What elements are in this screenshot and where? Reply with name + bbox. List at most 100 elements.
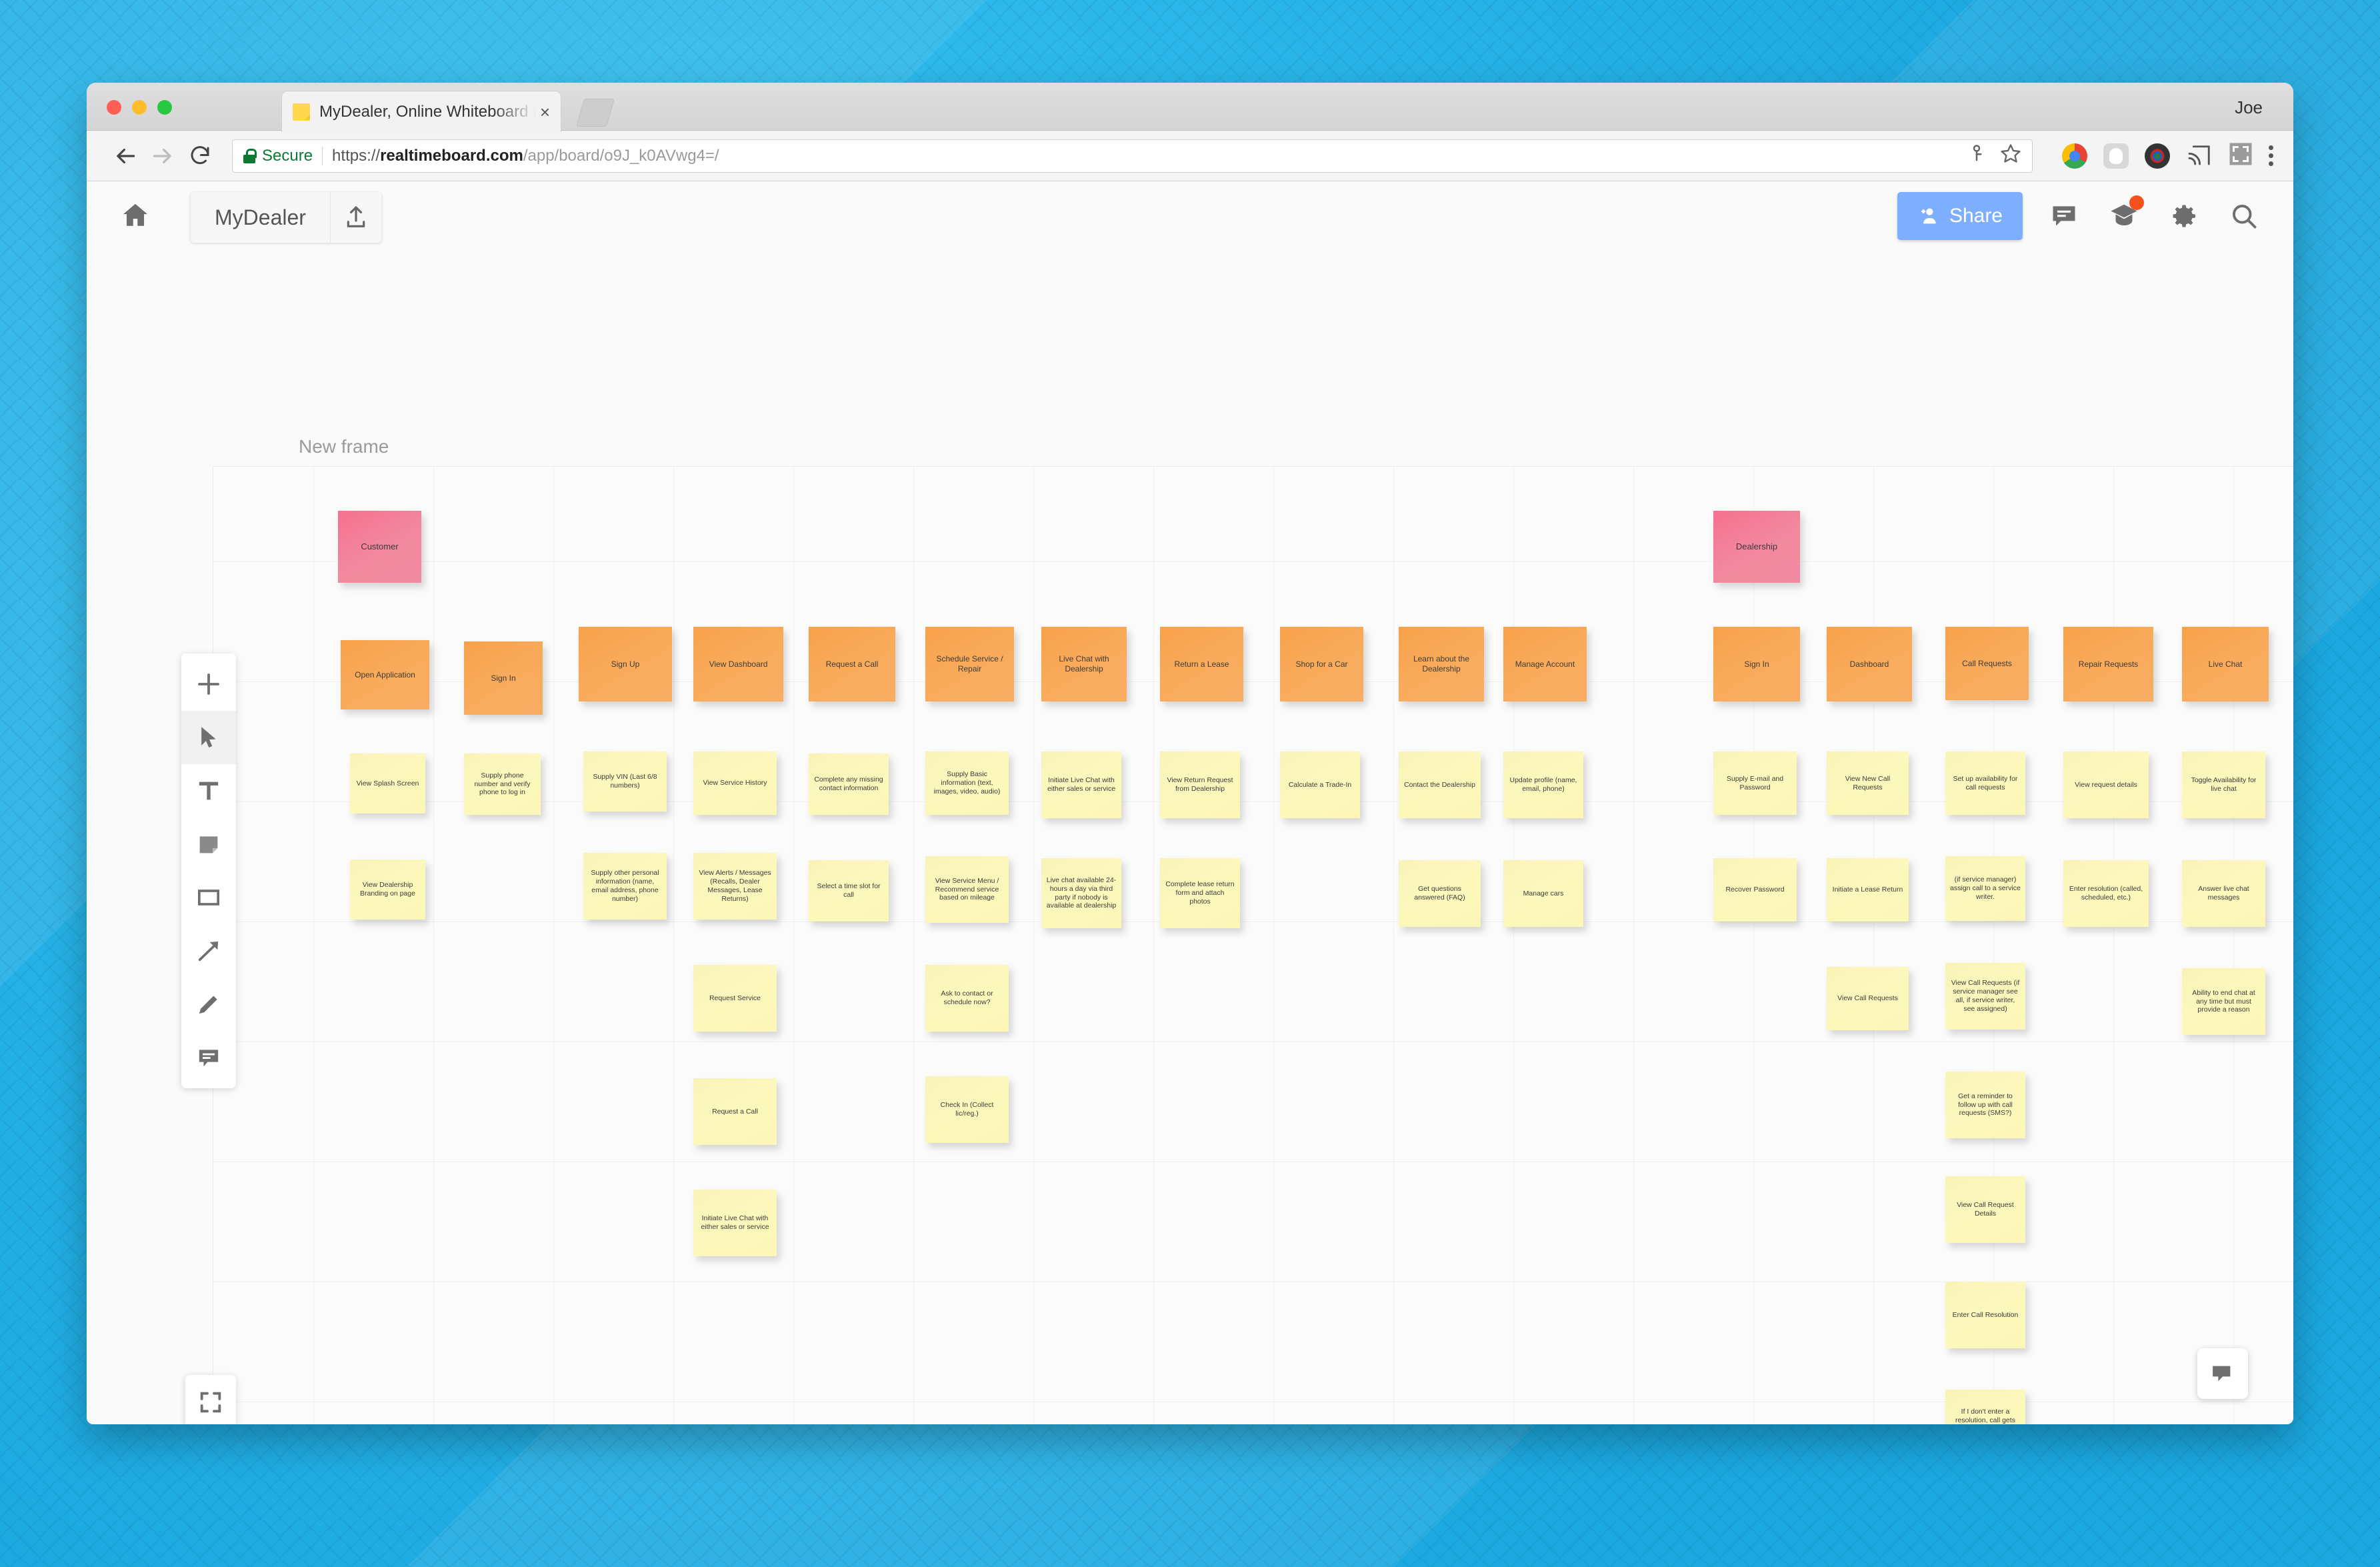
comments-icon[interactable] xyxy=(2045,197,2083,235)
home-icon[interactable] xyxy=(120,200,151,231)
activity-note[interactable]: Learn about the Dealership xyxy=(1399,627,1484,701)
activity-note[interactable]: Open Application xyxy=(341,640,429,709)
arrow-tool[interactable] xyxy=(181,924,236,978)
activity-note[interactable]: Sign In xyxy=(1713,627,1800,701)
forward-icon[interactable] xyxy=(144,137,181,175)
task-note[interactable]: View New Call Requests xyxy=(1827,751,1909,815)
gear-icon[interactable] xyxy=(2165,197,2203,235)
chrome-extension-icon[interactable] xyxy=(2062,143,2087,169)
task-note[interactable]: Ability to end chat at any time but must… xyxy=(2182,968,2265,1035)
activity-note[interactable]: Manage Account xyxy=(1503,627,1587,701)
task-note[interactable]: Select a time slot for call xyxy=(809,860,889,922)
task-note[interactable]: Update profile (name, email, phone) xyxy=(1503,751,1583,818)
maximize-window-button[interactable] xyxy=(157,100,172,115)
browser-profile-name[interactable]: Joe xyxy=(2235,97,2263,118)
activity-note[interactable]: Dashboard xyxy=(1827,627,1912,701)
task-note[interactable]: View Service Menu / Recommend service ba… xyxy=(925,856,1009,923)
task-note[interactable]: Calculate a Trade-In xyxy=(1280,751,1360,818)
fit-to-screen-icon[interactable] xyxy=(185,1375,236,1424)
browser-menu-icon[interactable] xyxy=(2269,145,2273,166)
board-title[interactable]: MyDealer xyxy=(191,205,330,230)
task-note[interactable]: View Splash Screen xyxy=(350,753,425,814)
activity-note[interactable]: View Dashboard xyxy=(693,627,783,701)
swimlane-note[interactable]: Customer xyxy=(338,511,421,583)
reload-icon[interactable] xyxy=(181,137,219,175)
shield-extension-icon[interactable] xyxy=(2103,143,2129,169)
close-window-button[interactable] xyxy=(107,100,121,115)
task-note[interactable]: Set up availability for call requests xyxy=(1945,751,2025,815)
task-note[interactable]: View Dealership Branding on page xyxy=(350,860,425,920)
back-icon[interactable] xyxy=(107,137,144,175)
minimize-window-button[interactable] xyxy=(132,100,147,115)
address-bar[interactable]: Secure https:// realtimeboard.com /app/b… xyxy=(232,139,2033,173)
activity-note[interactable]: Schedule Service / Repair xyxy=(925,627,1014,701)
share-button[interactable]: Share xyxy=(1897,192,2023,240)
task-note[interactable]: Supply phone number and verify phone to … xyxy=(464,753,541,815)
text-tool[interactable] xyxy=(181,764,236,818)
task-note[interactable]: Supply other personal information (name,… xyxy=(583,853,667,920)
activity-note[interactable]: Repair Requests xyxy=(2063,627,2153,701)
camera-extension-icon[interactable] xyxy=(2145,143,2170,169)
window-controls[interactable] xyxy=(107,100,172,115)
add-tool[interactable] xyxy=(181,657,236,711)
task-note[interactable]: Supply E-mail and Password xyxy=(1713,751,1797,815)
task-note[interactable]: View Service History xyxy=(693,751,777,815)
task-note[interactable]: Initiate Live Chat with either sales or … xyxy=(693,1190,777,1256)
task-note[interactable]: Contact the Dealership xyxy=(1399,751,1481,818)
search-icon[interactable] xyxy=(2225,197,2263,235)
export-icon[interactable] xyxy=(331,192,381,243)
task-note[interactable]: Answer live chat messages xyxy=(2182,860,2265,927)
new-tab-button[interactable] xyxy=(575,99,615,127)
activity-note[interactable]: Request a Call xyxy=(809,627,895,701)
task-note[interactable]: Toggle Availability for live chat xyxy=(2182,751,2265,818)
task-note[interactable]: View Call Request Details xyxy=(1945,1176,2025,1243)
sticky-note-tool[interactable] xyxy=(181,818,236,871)
task-note[interactable]: (if service manager) assign call to a se… xyxy=(1945,856,2025,921)
task-note[interactable]: Enter Call Resolution xyxy=(1945,1282,2025,1348)
task-note[interactable]: Request Service xyxy=(693,965,777,1032)
task-note[interactable]: Initiate a Lease Return xyxy=(1827,858,1909,922)
task-note[interactable]: Ask to contact or schedule now? xyxy=(925,965,1009,1032)
shape-tool[interactable] xyxy=(181,871,236,924)
task-note[interactable]: Get questions answered (FAQ) xyxy=(1399,860,1481,927)
task-note[interactable]: If I don't enter a resolution, call gets… xyxy=(1945,1390,2025,1424)
cast-icon[interactable] xyxy=(2186,142,2213,169)
task-note[interactable]: Initiate Live Chat with either sales or … xyxy=(1041,751,1121,818)
task-note[interactable]: View request details xyxy=(2063,751,2149,818)
task-note[interactable]: Request a Call xyxy=(693,1078,777,1145)
activity-note[interactable]: Sign Up xyxy=(579,627,672,701)
bookmark-star-icon[interactable] xyxy=(2000,143,2021,169)
task-note[interactable]: Live chat available 24-hours a day via t… xyxy=(1041,858,1121,928)
whiteboard-canvas[interactable]: Customer Dealership Open Application View S… xyxy=(213,467,2293,1424)
select-tool[interactable] xyxy=(181,711,236,764)
activity-note[interactable]: Sign In xyxy=(464,641,543,715)
task-note[interactable]: Check In (Collect lic/reg.) xyxy=(925,1076,1009,1143)
academy-icon[interactable] xyxy=(2105,195,2144,235)
task-note[interactable]: View Return Request from Dealership xyxy=(1160,751,1240,818)
activity-note[interactable]: Return a Lease xyxy=(1160,627,1243,701)
task-note[interactable]: Enter resolution (called, scheduled, etc… xyxy=(2063,860,2149,927)
close-tab-icon[interactable]: × xyxy=(536,103,554,121)
task-note[interactable]: Complete lease return form and attach ph… xyxy=(1160,858,1240,928)
browser-tab[interactable]: MyDealer, Online Whiteboard f × xyxy=(281,91,561,132)
activity-note[interactable]: Live Chat xyxy=(2182,627,2269,701)
task-note[interactable]: Recover Password xyxy=(1713,858,1797,922)
task-note[interactable]: View Call Requests xyxy=(1827,967,1909,1030)
task-note[interactable]: View Call Requests (if service manager s… xyxy=(1945,963,2025,1030)
task-note[interactable]: Supply Basic information (text, images, … xyxy=(925,751,1009,815)
swimlane-note[interactable]: Dealership xyxy=(1713,511,1800,583)
frame-label[interactable]: New frame xyxy=(299,436,389,457)
activity-note[interactable]: Live Chat with Dealership xyxy=(1041,627,1127,701)
comment-tool[interactable] xyxy=(181,1031,236,1084)
chat-fab-icon[interactable] xyxy=(2197,1348,2248,1399)
task-note[interactable]: Complete any missing contact information xyxy=(809,753,889,815)
task-note[interactable]: Get a reminder to follow up with call re… xyxy=(1945,1072,2025,1138)
save-password-icon[interactable] xyxy=(1967,143,1987,168)
activity-note[interactable]: Call Requests xyxy=(1945,627,2029,700)
activity-note[interactable]: Shop for a Car xyxy=(1280,627,1363,701)
pen-tool[interactable] xyxy=(181,978,236,1031)
task-note[interactable]: Supply VIN (Last 6/8 numbers) xyxy=(583,751,667,812)
task-note[interactable]: View Alerts / Messages (Recalls, Dealer … xyxy=(693,853,777,920)
task-note[interactable]: Manage cars xyxy=(1503,860,1583,927)
fullscreen-icon[interactable] xyxy=(2229,142,2253,169)
